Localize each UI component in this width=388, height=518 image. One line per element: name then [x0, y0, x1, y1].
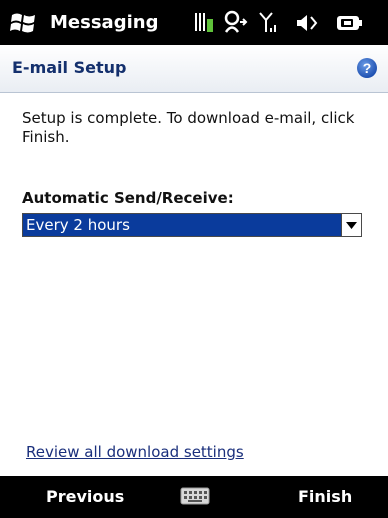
send-receive-dropdown[interactable]: Every 2 hours — [22, 213, 362, 237]
dropdown-arrow-button[interactable] — [341, 214, 361, 236]
keyboard-icon[interactable] — [180, 485, 210, 507]
send-receive-value: Every 2 hours — [26, 216, 130, 234]
setup-complete-message: Setup is complete. To download e-mail, c… — [22, 109, 355, 146]
svg-text:?: ? — [363, 60, 372, 76]
page-title: E-mail Setup — [12, 58, 127, 77]
signal-icon — [259, 12, 276, 32]
phone-mute-icon — [195, 13, 213, 32]
send-receive-label: Automatic Send/Receive: — [22, 189, 234, 207]
finish-button[interactable]: Finish — [298, 486, 352, 508]
help-icon[interactable]: ? — [356, 57, 378, 79]
data-connection-icon — [224, 10, 248, 33]
status-icons[interactable] — [192, 10, 384, 36]
chevron-down-icon — [346, 222, 357, 229]
battery-icon — [337, 16, 362, 30]
app-title: Messaging — [50, 12, 159, 33]
header: E-mail Setup ? — [0, 45, 388, 93]
softkey-bar: Previous Finish — [0, 476, 388, 518]
speaker-icon — [297, 15, 318, 31]
review-download-settings-link[interactable]: Review all download settings — [26, 443, 244, 461]
screen: Messaging E-mail Setup ? Setup is comple… — [0, 0, 388, 518]
content-area: Setup is complete. To download e-mail, c… — [0, 93, 388, 476]
status-bar: Messaging — [0, 0, 388, 45]
windows-start-icon[interactable] — [10, 11, 38, 35]
previous-button[interactable]: Previous — [46, 486, 124, 508]
